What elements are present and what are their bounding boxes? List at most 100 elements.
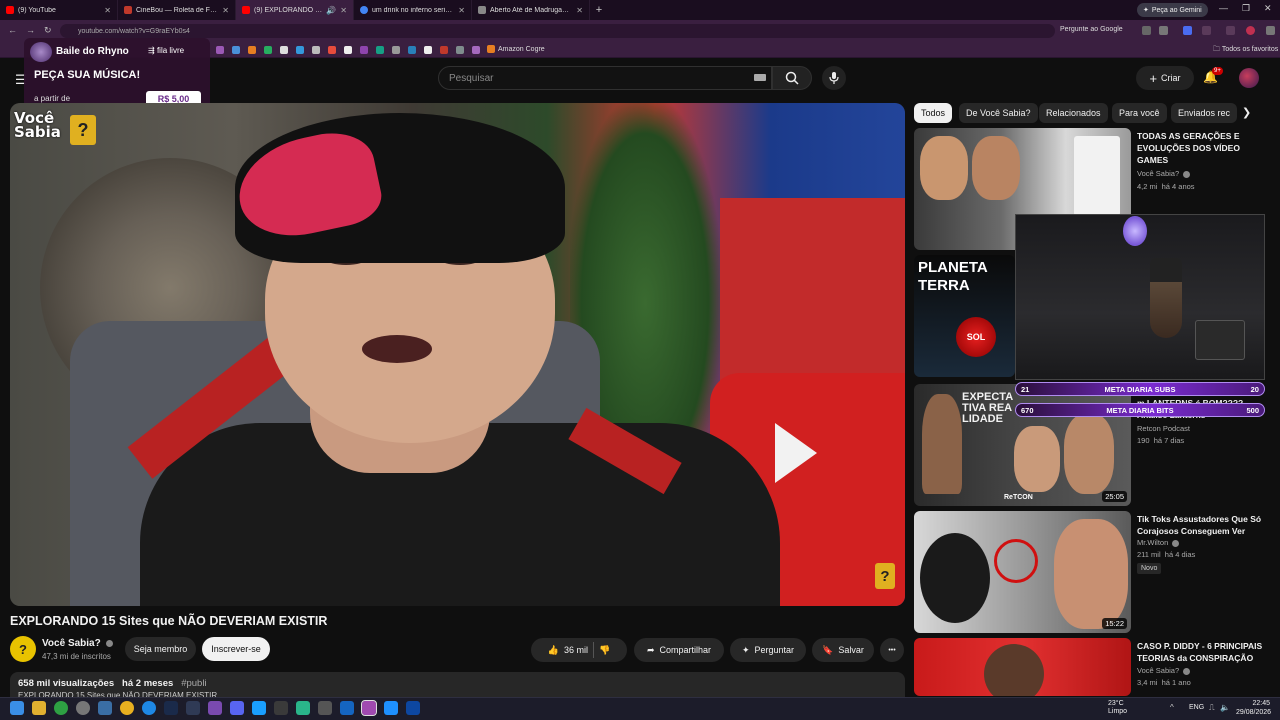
more-actions-button[interactable]: ••• <box>880 638 904 662</box>
xbox-icon[interactable] <box>54 701 68 715</box>
recommended-title[interactable]: Tik Toks Assustadores Que Só Corajosos C… <box>1137 513 1265 537</box>
new-tab-button[interactable]: + <box>590 4 608 16</box>
close-icon[interactable]: ✕ <box>340 6 347 15</box>
share-button[interactable]: ➦ Compartilhar <box>634 638 724 662</box>
cast-icon[interactable] <box>1142 26 1151 35</box>
keyboard-icon[interactable] <box>754 74 766 81</box>
bookmark-icon[interactable] <box>280 46 288 54</box>
app-icon[interactable] <box>340 701 354 715</box>
recommended-channel[interactable]: Você Sabia? <box>1137 169 1191 178</box>
all-bookmarks-button[interactable]: 🗀 Todos os favoritos <box>1213 45 1278 56</box>
extension-icon[interactable] <box>1202 26 1211 35</box>
bookmark-icon[interactable] <box>440 46 448 54</box>
search-input[interactable]: Pesquisar <box>438 66 772 90</box>
channel-avatar[interactable]: ? <box>10 636 36 662</box>
speaker-icon[interactable]: 🔊 <box>326 6 336 15</box>
video-thumbnail[interactable] <box>914 638 1131 696</box>
bookmark-icon[interactable] <box>296 46 304 54</box>
join-button[interactable]: Seja membro <box>125 637 196 661</box>
back-icon[interactable]: ← <box>8 25 17 35</box>
bookmark-icon[interactable] <box>376 46 384 54</box>
close-icon[interactable]: ✕ <box>222 6 229 15</box>
bookmark-icon[interactable] <box>248 46 256 54</box>
minimize-icon[interactable]: — <box>1219 3 1228 13</box>
create-button[interactable]: + Criar <box>1136 66 1194 90</box>
app-icon[interactable] <box>252 701 266 715</box>
network-icon[interactable]: ⎍ <box>1209 703 1215 713</box>
active-app-icon[interactable] <box>361 700 377 716</box>
hashtag[interactable]: #publi <box>181 678 206 689</box>
ask-button[interactable]: ✦ Perguntar <box>730 638 806 662</box>
browser-tab[interactable]: um drink no inferno serie cast ✕ <box>354 0 472 20</box>
discord-icon[interactable] <box>230 701 244 715</box>
maximize-icon[interactable]: ❐ <box>1242 3 1250 14</box>
app-icon[interactable] <box>406 701 420 715</box>
settings-icon[interactable] <box>76 701 90 715</box>
channel-branding-icon[interactable]: ? <box>875 563 895 589</box>
voice-search-button[interactable] <box>822 66 846 90</box>
video-player[interactable]: Você Sabia ? ? <box>10 103 905 606</box>
chip-all[interactable]: Todos <box>914 103 953 123</box>
menu-icon[interactable] <box>1266 26 1275 35</box>
bookmark-icon[interactable] <box>216 46 224 54</box>
bookmark-icon[interactable] <box>392 46 400 54</box>
weather-widget[interactable]: 23°C Limpo <box>1108 700 1127 716</box>
forward-icon[interactable]: → <box>26 25 35 35</box>
app-icon[interactable] <box>296 701 310 715</box>
subscribe-button[interactable]: Inscrever-se <box>202 637 270 661</box>
bookmark-icon[interactable] <box>360 46 368 54</box>
close-icon[interactable]: ✕ <box>576 6 583 15</box>
browser-tab[interactable]: Aberto Até de Madrugada filme ✕ <box>472 0 590 20</box>
chip-recent[interactable]: Enviados rec <box>1171 103 1237 123</box>
ask-google-button[interactable]: Pergunte ao Google <box>1060 26 1123 33</box>
bookmark-icon[interactable] <box>328 46 336 54</box>
extension-icon[interactable] <box>1226 26 1235 35</box>
bookmark-icon[interactable] <box>456 46 464 54</box>
close-icon[interactable]: ✕ <box>104 6 111 15</box>
close-icon[interactable]: ✕ <box>458 6 465 15</box>
channel-name[interactable]: Você Sabia? <box>42 638 113 649</box>
recommended-title[interactable]: TODAS AS GERAÇÕES E EVOLUÇÕES DOS VÍDEO … <box>1137 130 1265 166</box>
file-explorer-icon[interactable] <box>32 701 46 715</box>
language-indicator[interactable]: ENG <box>1189 704 1204 711</box>
browser-tab-active[interactable]: (9) EXPLORANDO 15 Sites q 🔊 ✕ <box>236 0 354 20</box>
bookmark-icon[interactable] <box>312 46 320 54</box>
app-icon[interactable] <box>318 701 332 715</box>
recommended-channel[interactable]: Mr.Wilton <box>1137 538 1180 547</box>
chevron-right-icon[interactable]: ❯ <box>1242 106 1251 119</box>
recommended-channel[interactable]: Retcon Podcast <box>1137 424 1190 433</box>
bookmark-amazon[interactable]: Amazon Cogre <box>487 45 545 53</box>
recommended-channel[interactable]: Você Sabia? <box>1137 666 1191 675</box>
app-icon[interactable] <box>186 701 200 715</box>
bookmark-icon[interactable] <box>472 46 480 54</box>
bookmark-icon[interactable] <box>424 46 432 54</box>
extension-icon[interactable] <box>1183 26 1192 35</box>
browser-tab[interactable]: (9) YouTube ✕ <box>0 0 118 20</box>
browser-tab[interactable]: CineBou — Roleta de Filmes ✕ <box>118 0 236 20</box>
chip-related[interactable]: Relacionados <box>1039 103 1108 123</box>
edge-icon[interactable] <box>142 701 156 715</box>
chrome-icon[interactable] <box>120 701 134 715</box>
close-window-icon[interactable]: ✕ <box>1264 3 1272 14</box>
avatar[interactable] <box>1239 68 1259 88</box>
app-icon[interactable] <box>208 701 222 715</box>
star-icon[interactable] <box>1159 26 1168 35</box>
windows-start-icon[interactable] <box>10 701 24 715</box>
bookmark-icon[interactable] <box>264 46 272 54</box>
steam-icon[interactable] <box>164 701 178 715</box>
profile-icon[interactable] <box>1246 26 1255 35</box>
chevron-up-icon[interactable]: ^ <box>1170 703 1174 712</box>
url-field[interactable]: youtube.com/watch?v=G9raEYb0s4 <box>60 24 1055 38</box>
store-icon[interactable] <box>98 701 112 715</box>
app-icon[interactable] <box>384 701 398 715</box>
recommended-title[interactable]: CASO P. DIDDY - 6 PRINCIPAIS TEORIAS da … <box>1137 640 1265 664</box>
dislike-button[interactable]: 👎 <box>599 645 610 656</box>
app-icon[interactable] <box>274 701 288 715</box>
video-thumbnail[interactable]: 15:22 <box>914 511 1131 633</box>
system-clock[interactable]: 22:45 29/08/2026 <box>1236 699 1271 717</box>
bookmark-icon[interactable] <box>408 46 416 54</box>
chip-for-you[interactable]: Para você <box>1112 103 1167 123</box>
bookmark-icon[interactable] <box>344 46 352 54</box>
like-button[interactable]: 👍 36 mil <box>548 645 588 656</box>
save-button[interactable]: 🔖 Salvar <box>812 638 874 662</box>
